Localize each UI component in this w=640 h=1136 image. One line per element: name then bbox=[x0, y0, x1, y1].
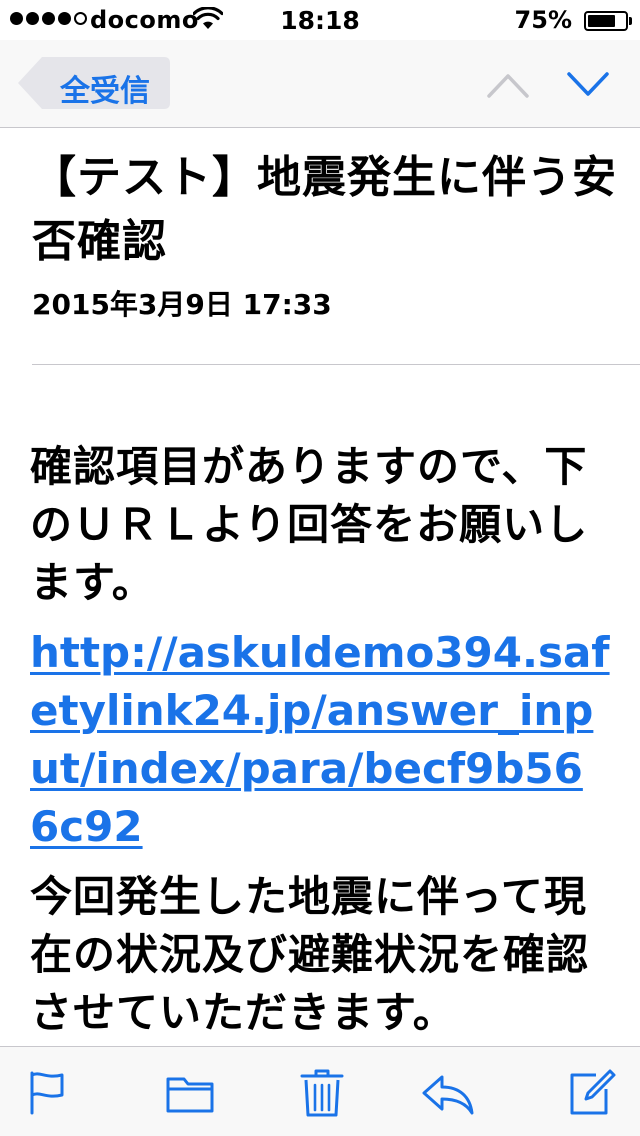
body-intro-text: 確認項目がありますので、下のＵＲＬより回答をお願いします。 bbox=[30, 442, 589, 607]
answer-link[interactable]: http://askuldemo394.safetylink24.jp/answ… bbox=[30, 624, 610, 856]
folder-icon bbox=[166, 1077, 214, 1113]
move-to-folder-button[interactable] bbox=[164, 1067, 216, 1119]
battery-icon bbox=[584, 11, 632, 31]
message-subject: 【テスト】地震発生に伴う安否確認 bbox=[32, 152, 617, 267]
reply-button[interactable] bbox=[420, 1067, 474, 1119]
header-divider bbox=[32, 364, 640, 365]
back-button[interactable]: 全受信 bbox=[16, 55, 172, 111]
body-outro-text: 今回発生した地震に伴って現在の状況及び避難状況を確認させていただきます。 bbox=[30, 872, 590, 1037]
chevron-up-icon bbox=[487, 74, 529, 98]
back-button-label: 全受信 bbox=[60, 74, 150, 109]
trash-icon bbox=[300, 1069, 344, 1117]
battery-fill bbox=[588, 15, 615, 27]
flag-button[interactable] bbox=[22, 1067, 74, 1119]
battery-percentage: 75% bbox=[514, 6, 572, 34]
message-body: 確認項目がありますので、下のＵＲＬより回答をお願いします。 http://ask… bbox=[30, 438, 610, 1042]
chevron-down-icon[interactable] bbox=[566, 70, 610, 100]
mail-message-screen: docomo 18:18 75% 全受信 【テスト】地震発生に伴う安否確認 20… bbox=[0, 0, 640, 1136]
compose-icon bbox=[570, 1069, 616, 1115]
flag-icon bbox=[30, 1071, 64, 1115]
bottom-toolbar bbox=[0, 1046, 640, 1136]
status-bar: docomo 18:18 75% bbox=[0, 0, 640, 40]
trash-button[interactable] bbox=[296, 1067, 348, 1119]
message-content[interactable]: 【テスト】地震発生に伴う安否確認 2015年3月9日 17:33 確認項目があり… bbox=[0, 128, 640, 1046]
message-date: 2015年3月9日 17:33 bbox=[32, 288, 332, 321]
reply-icon bbox=[422, 1075, 474, 1115]
navigation-bar: 全受信 bbox=[0, 40, 640, 128]
compose-button[interactable] bbox=[566, 1067, 618, 1119]
